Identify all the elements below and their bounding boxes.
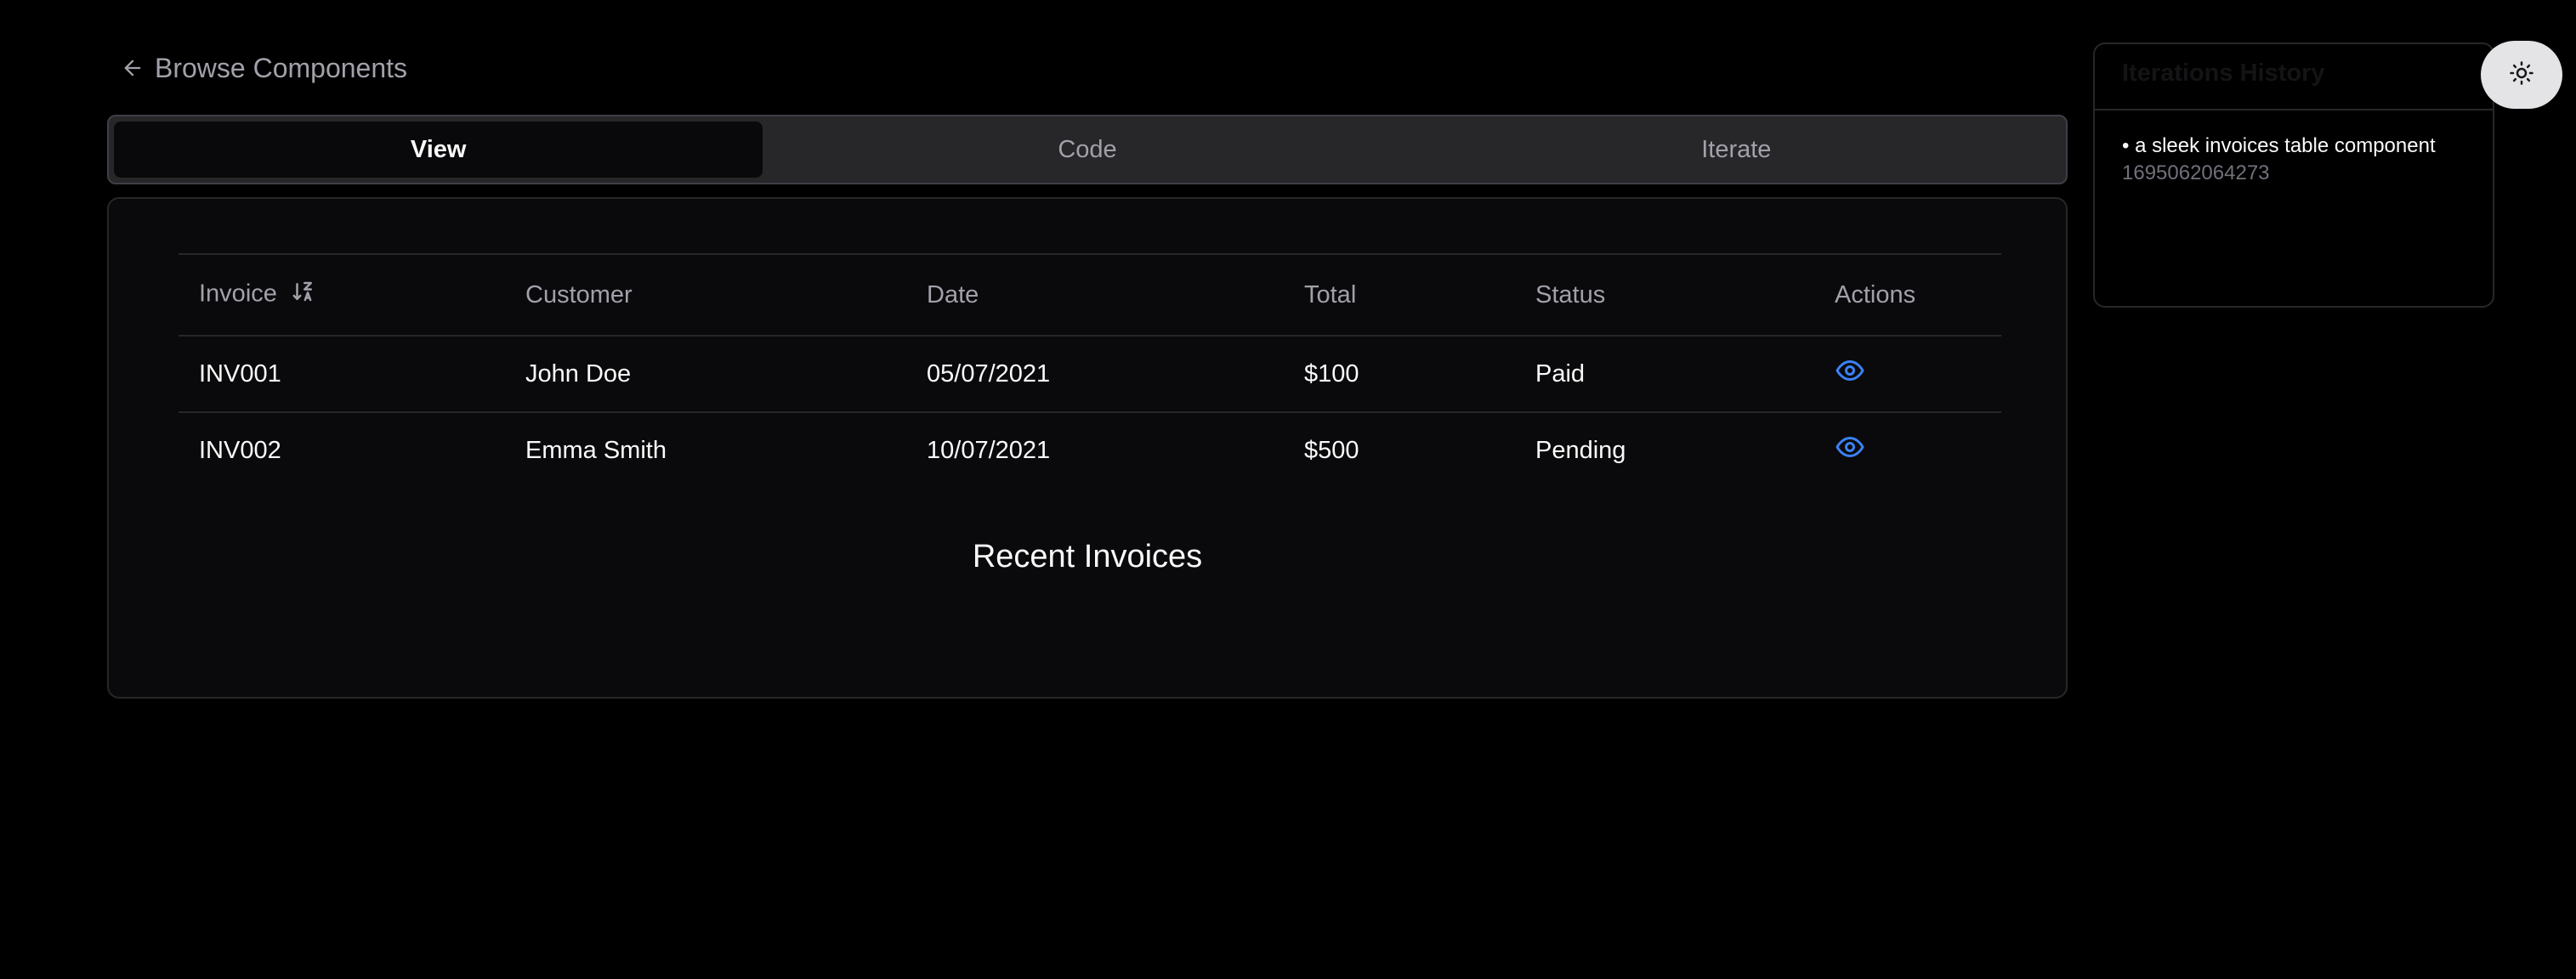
column-header-status: Status xyxy=(1535,280,1606,308)
tab-view[interactable]: View xyxy=(114,122,763,178)
cell-invoice: INV002 xyxy=(199,436,281,464)
cell-total: $500 xyxy=(1304,436,1359,464)
cell-actions xyxy=(1814,336,2001,412)
cell-invoice: INV001 xyxy=(199,359,281,388)
theme-toggle-button[interactable] xyxy=(2481,41,2562,109)
history-item-timestamp: 1695062064273 xyxy=(2122,161,2270,184)
eye-icon[interactable] xyxy=(1835,432,1865,469)
column-header-actions: Actions xyxy=(1835,280,1916,308)
tab-iterate[interactable]: Iterate xyxy=(1412,122,2061,178)
column-header-date: Date xyxy=(927,280,979,308)
cell-total: $100 xyxy=(1304,359,1359,388)
iterations-history-panel: Iterations History • a sleek invoices ta… xyxy=(2093,42,2494,308)
history-item-prompt: • a sleek invoices table component xyxy=(2122,134,2436,157)
cell-date: 05/07/2021 xyxy=(927,359,1051,388)
cell-status: Paid xyxy=(1535,359,1586,388)
back-link[interactable]: Browse Components xyxy=(121,49,407,87)
back-link-label: Browse Components xyxy=(155,52,408,83)
arrow-left-icon xyxy=(121,56,145,80)
sun-icon xyxy=(2509,60,2534,90)
table-row: INV002 Emma Smith 10/07/2021 $500 Pendin… xyxy=(179,412,2001,488)
history-item[interactable]: • a sleek invoices table component 16950… xyxy=(2095,110,2493,187)
component-preview: Invoice Customer Date Total Status Actio… xyxy=(107,197,2068,699)
column-header-invoice[interactable]: Invoice xyxy=(179,254,505,336)
history-title: Iterations History xyxy=(2095,44,2493,110)
view-tabs: View Code Iterate xyxy=(107,115,2068,184)
table-header-row: Invoice Customer Date Total Status Actio… xyxy=(179,254,2001,336)
cell-date: 10/07/2021 xyxy=(927,436,1051,464)
column-header-customer: Customer xyxy=(525,280,633,308)
table-caption: Recent Invoices xyxy=(972,539,1203,574)
invoices-table: Invoice Customer Date Total Status Actio… xyxy=(179,253,2001,488)
column-header-label: Invoice xyxy=(199,280,277,308)
cell-customer: Emma Smith xyxy=(525,436,667,464)
sort-z-a-icon[interactable] xyxy=(291,279,316,311)
table-row: INV001 John Doe 05/07/2021 $100 Paid xyxy=(179,336,2001,412)
cell-customer: John Doe xyxy=(525,359,632,388)
tab-code[interactable]: Code xyxy=(763,122,1411,178)
column-header-total: Total xyxy=(1304,280,1357,308)
eye-icon[interactable] xyxy=(1835,355,1865,393)
cell-status: Pending xyxy=(1535,436,1626,464)
cell-actions xyxy=(1814,412,2001,488)
